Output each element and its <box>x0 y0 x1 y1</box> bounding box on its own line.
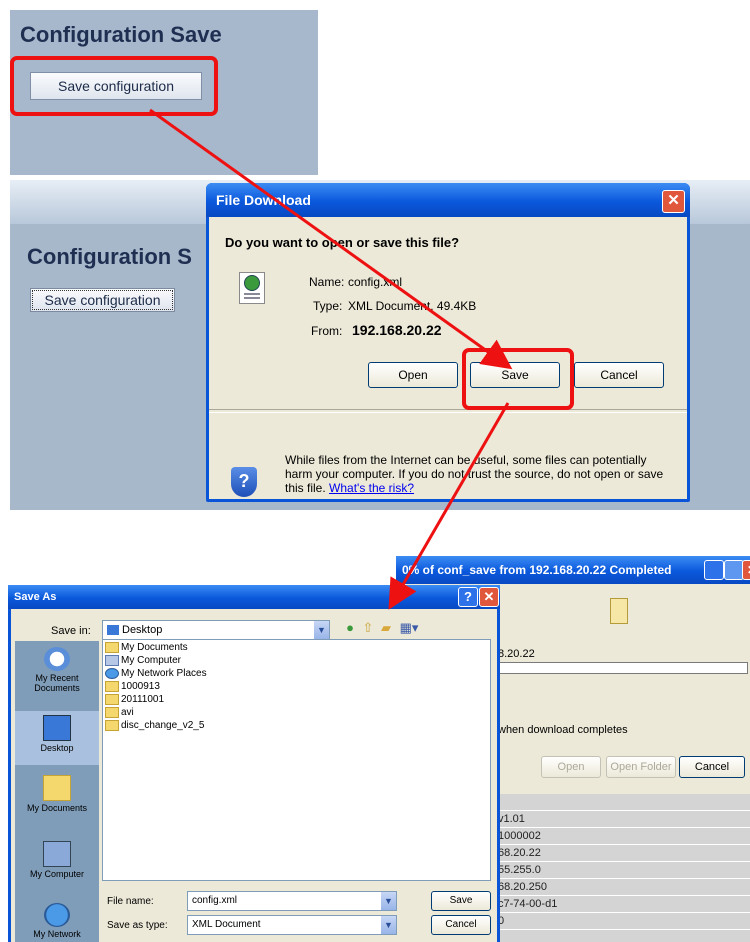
instruction-arrows <box>149 108 513 610</box>
arrow-to-save-button <box>149 108 513 370</box>
arrow-to-save-as-dialog <box>388 402 510 610</box>
